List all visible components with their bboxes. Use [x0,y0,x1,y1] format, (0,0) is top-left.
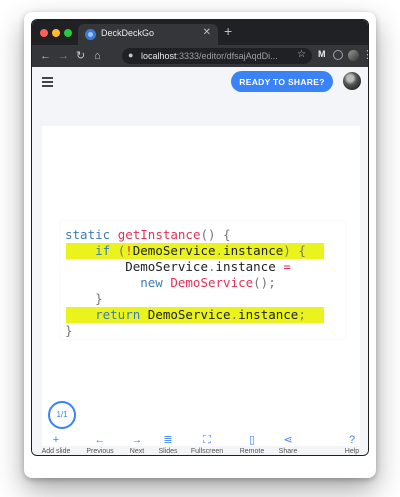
add-slide-icon: + [52,434,60,446]
home-icon[interactable]: ⌂ [94,48,101,64]
code-token: return [65,307,148,322]
share-icon: ⋖ [283,434,293,446]
code-token: DemoService [147,307,231,322]
code-line: new DemoService(); [61,275,345,291]
reload-icon[interactable]: ↻ [76,48,85,64]
browser-toolbar: ← → ↻ ⌂ ● localhost:3333/editor/dfsajAqd… [32,45,368,67]
tab-title: DeckDeckGo [101,28,155,38]
editor-action-bar: + Add slide ← Previous → Next ≣ Slides ⛶ Fullscre… [32,432,368,455]
slides-button[interactable]: ≣ Slides [146,434,190,455]
menu-dots-icon[interactable]: ⋮ [362,48,368,61]
code-token: new [65,275,171,290]
code-token: (); [253,275,276,290]
star-icon[interactable]: ☆ [297,49,306,60]
back-arrow-icon[interactable]: ← [40,48,51,64]
slides-icon: ≣ [163,434,173,446]
help-label: Help [344,448,360,455]
code-text: return DemoService.instance; [65,307,306,323]
code-token: getInstance [117,227,201,242]
code-token: ) { [283,243,306,258]
forward-arrow-icon[interactable]: → [58,48,69,64]
code-token: } [65,291,103,306]
slide-canvas[interactable]: static getInstance() { if (!DemoService.… [42,126,360,446]
ready-to-share-button[interactable]: READY TO SHARE? [231,71,333,92]
code-text: new DemoService(); [65,275,276,291]
code-token: DemoService [170,275,254,290]
share-label: Share [278,448,298,455]
code-text: } [65,291,103,307]
code-token: . [208,259,216,274]
fullscreen-icon: ⛶ [203,434,211,446]
new-tab-button[interactable]: + [224,23,232,39]
deckdeckgo-editor: READY TO SHARE? static getInstance() { i… [32,67,368,455]
code-token: } [65,323,73,338]
browser-window: DeckDeckGo ✕ + ← → ↻ ⌂ ● localhost:3333/… [31,19,369,456]
code-line: static getInstance() { [61,227,345,243]
code-token: instance [223,243,284,258]
code-token: instance [238,307,299,322]
code-token: static [65,227,118,242]
code-token: () { [200,227,231,242]
slide-pager[interactable]: 1/1 [48,401,76,429]
tab-close-icon[interactable]: ✕ [203,27,211,38]
code-block[interactable]: static getInstance() { if (!DemoService.… [61,221,345,339]
add-slide-label: Add slide [41,448,71,455]
code-token: ; [298,307,306,322]
code-text: DemoService.instance = [65,259,291,275]
code-token: DemoService [132,243,216,258]
code-token: if [65,243,118,258]
tab-strip: DeckDeckGo ✕ + [32,20,368,45]
code-token: DemoService [65,259,208,274]
url-path: :3333/editor/dfsajAqdDi... [176,51,277,61]
code-line: } [61,291,345,307]
code-token: . [215,243,224,258]
close-window-button[interactable] [40,29,48,37]
url-host: localhost [141,51,177,61]
fullscreen-label: Fullscreen [190,448,224,455]
extension-m-icon[interactable]: M [318,49,326,59]
help-icon: ? [348,434,356,446]
share-button[interactable]: ⋖ Share [266,434,310,455]
minimize-window-button[interactable] [52,29,60,37]
code-text: } [65,323,73,339]
deckdeckgo-favicon-icon [85,29,96,40]
lock-icon: ● [128,50,134,60]
profile-avatar[interactable] [348,50,359,61]
code-token: instance [215,259,284,274]
code-token: = [283,259,291,274]
hamburger-menu-icon[interactable] [42,77,53,89]
code-line: if (!DemoService.instance) { [61,243,345,259]
code-line: return DemoService.instance; [61,307,345,323]
user-avatar[interactable] [343,72,361,90]
code-text: if (!DemoService.instance) { [65,243,306,259]
slides-label: Slides [158,448,178,455]
code-text: static getInstance() { [65,227,231,243]
help-button[interactable]: ? Help [330,434,368,455]
browser-tab[interactable]: DeckDeckGo ✕ [78,24,218,45]
fullscreen-button[interactable]: ⛶ Fullscreen [185,434,229,455]
address-bar[interactable]: ● localhost:3333/editor/dfsajAqdDi... ☆ [122,48,312,64]
code-token: ! [125,243,133,258]
code-token: . [230,307,239,322]
maximize-window-button[interactable] [64,29,72,37]
extension-circle-icon[interactable] [333,50,343,60]
code-line: } [61,323,345,339]
add-slide-button[interactable]: + Add slide [34,434,78,455]
url-text: localhost:3333/editor/dfsajAqdDi... [141,51,277,61]
code-line: DemoService.instance = [61,259,345,275]
